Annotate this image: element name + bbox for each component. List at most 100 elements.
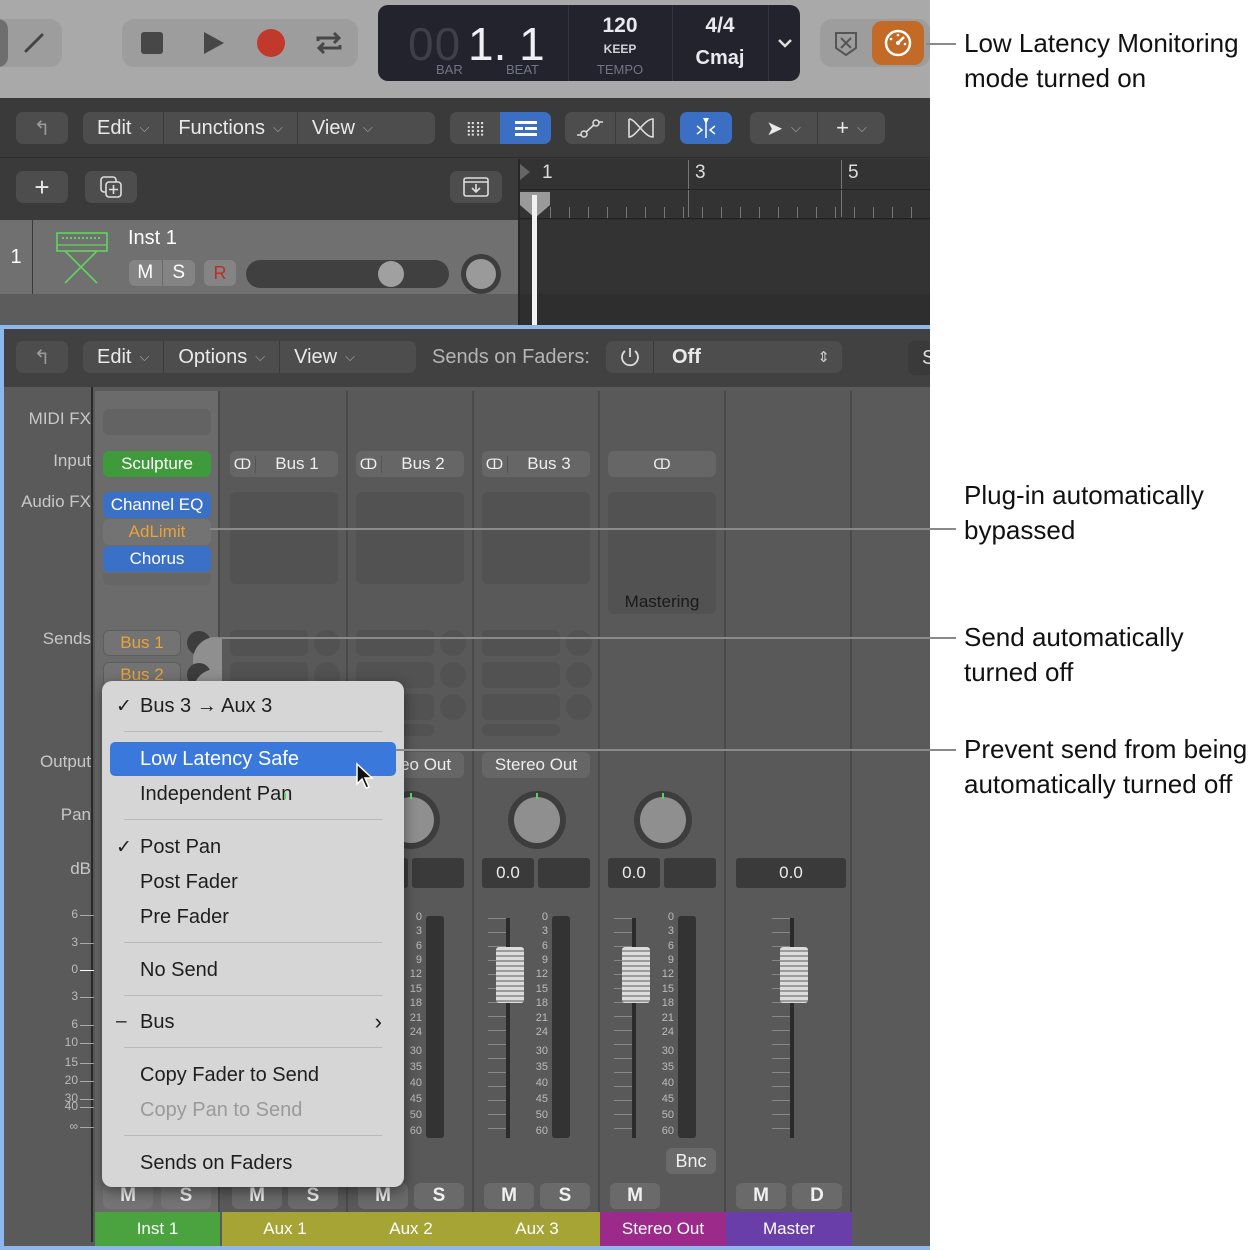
- functions-menu[interactable]: Functions ⌵: [164, 117, 297, 140]
- audio-fx-channel-eq[interactable]: Channel EQ: [103, 492, 211, 518]
- ruler[interactable]: 1 3 5: [520, 159, 932, 219]
- send-knob-placeholder[interactable]: [566, 630, 592, 656]
- grid-view-icon[interactable]: ⣿⣿: [450, 112, 500, 144]
- input-plugin-sculpture[interactable]: Sculpture: [103, 451, 211, 477]
- record-icon[interactable]: [257, 29, 285, 57]
- mute-button[interactable]: M: [484, 1183, 534, 1209]
- send-slot[interactable]: [230, 630, 308, 656]
- pan-knob[interactable]: [634, 791, 692, 849]
- audio-fx-chorus[interactable]: Chorus: [103, 546, 211, 572]
- track-row[interactable]: 1 Inst 1 M S R: [0, 220, 518, 294]
- menu-item[interactable]: – Bus ›: [102, 1005, 404, 1039]
- menu-item[interactable]: No Send: [102, 953, 404, 987]
- audio-fx-slot[interactable]: [230, 492, 338, 584]
- volume-db-display[interactable]: 0.0: [482, 858, 534, 888]
- solo-button[interactable]: S: [414, 1183, 464, 1209]
- channel-name[interactable]: Aux 3: [474, 1212, 600, 1246]
- menu-item[interactable]: ✓ Bus 3 → Aux 3: [102, 689, 404, 723]
- arrange-area[interactable]: 1 3 5: [518, 159, 932, 326]
- send-knob-placeholder[interactable]: [440, 630, 466, 656]
- track-volume-slider[interactable]: [246, 260, 449, 288]
- input-slot[interactable]: ↀ Bus 1: [230, 451, 338, 477]
- send-level-knob[interactable]: [187, 631, 239, 683]
- mute-button[interactable]: M: [736, 1183, 786, 1209]
- channel-name-inst-1[interactable]: Inst 1: [95, 1212, 220, 1246]
- sends-on-faders-power[interactable]: [606, 341, 654, 373]
- track-solo-button[interactable]: S: [163, 260, 196, 286]
- download-button[interactable]: [450, 171, 502, 203]
- send-slot[interactable]: [482, 694, 560, 720]
- edit-menu[interactable]: Edit ⌵: [83, 117, 163, 140]
- count-in-icon[interactable]: [833, 30, 859, 58]
- send-slot[interactable]: [482, 630, 560, 656]
- menu-item[interactable]: ✓ Post Pan: [102, 830, 404, 864]
- add-track-button[interactable]: +: [16, 171, 68, 203]
- peak-db-display[interactable]: [664, 858, 716, 888]
- stop-icon[interactable]: [141, 32, 163, 54]
- volume-fader[interactable]: [496, 947, 524, 1003]
- pointer-tool-menu[interactable]: ➤ ⌵: [750, 116, 817, 141]
- chevron-down-icon[interactable]: [777, 37, 793, 49]
- audio-fx-slot[interactable]: [356, 492, 464, 584]
- send-knob-placeholder[interactable]: [566, 694, 592, 720]
- solo-button[interactable]: S: [540, 1183, 590, 1209]
- send-bus-1[interactable]: Bus 1: [103, 630, 181, 656]
- volume-thumb[interactable]: [378, 261, 404, 287]
- track-mute-button[interactable]: M: [129, 260, 163, 286]
- mixer-catch-button[interactable]: ↰: [16, 341, 68, 373]
- audio-fx-empty-slot[interactable]: [103, 573, 211, 585]
- list-view-icon[interactable]: [500, 112, 551, 144]
- menu-item[interactable]: Low Latency Safe: [110, 742, 396, 776]
- play-icon[interactable]: [202, 31, 226, 55]
- view-menu[interactable]: View ⌵: [298, 117, 387, 140]
- peak-db-display[interactable]: [538, 858, 590, 888]
- channel-name[interactable]: Aux 2: [348, 1212, 474, 1246]
- send-slot-empty[interactable]: [482, 724, 560, 736]
- menu-item[interactable]: Post Fader: [102, 865, 404, 899]
- send-knob-placeholder[interactable]: [314, 630, 340, 656]
- secondary-tool-menu[interactable]: + ⌵: [818, 115, 885, 141]
- automation-icon[interactable]: [575, 117, 605, 139]
- lcd-display[interactable]: 00 1. 1 BAR BEAT 120 KEEP TEMPO 4/4 Cmaj: [378, 5, 800, 81]
- volume-fader[interactable]: [622, 947, 650, 1003]
- output-slot[interactable]: Stereo Out: [482, 752, 590, 778]
- pencil-icon[interactable]: [22, 31, 46, 55]
- input-slot[interactable]: ↀ Bus 2: [356, 451, 464, 477]
- snap-button[interactable]: [680, 112, 732, 144]
- volume-db-display[interactable]: 0.0: [608, 858, 660, 888]
- menu-item[interactable]: Sends on Faders: [102, 1146, 404, 1180]
- duplicate-track-button[interactable]: [85, 171, 137, 203]
- flex-icon[interactable]: [626, 117, 656, 139]
- peak-db-display[interactable]: [412, 858, 464, 888]
- channel-name[interactable]: Stereo Out: [600, 1212, 726, 1246]
- track-lane[interactable]: [520, 220, 932, 294]
- channel-name[interactable]: Master: [726, 1212, 852, 1246]
- bounce-button[interactable]: Bnc: [666, 1148, 716, 1174]
- sends-on-faders-select[interactable]: Off: [654, 346, 817, 369]
- audio-fx-adlimit-bypassed[interactable]: AdLimit: [103, 519, 211, 545]
- track-pan-knob[interactable]: [461, 254, 501, 294]
- catch-button[interactable]: ↰: [16, 112, 68, 144]
- volume-fader[interactable]: [780, 947, 808, 1003]
- mixer-edit-menu[interactable]: Edit ⌵: [83, 346, 163, 369]
- midi-fx-slot[interactable]: [103, 409, 211, 435]
- playhead[interactable]: [532, 195, 537, 326]
- track-record-button[interactable]: R: [204, 260, 236, 286]
- dim-button[interactable]: D: [792, 1183, 842, 1209]
- audio-fx-slot[interactable]: Mastering: [608, 492, 716, 614]
- mixer-filter-button[interactable]: S: [908, 341, 932, 375]
- send-knob-placeholder[interactable]: [440, 662, 466, 688]
- input-slot[interactable]: ↀ Bus 3: [482, 451, 590, 477]
- volume-db-display[interactable]: 0.0: [736, 858, 846, 888]
- send-slot[interactable]: [482, 662, 560, 688]
- send-knob-placeholder[interactable]: [440, 694, 466, 720]
- pan-knob[interactable]: [508, 791, 566, 849]
- audio-fx-slot[interactable]: [482, 492, 590, 584]
- send-knob-placeholder[interactable]: [566, 662, 592, 688]
- mixer-options-menu[interactable]: Options ⌵: [164, 346, 279, 369]
- mute-button[interactable]: M: [610, 1183, 660, 1209]
- menu-item[interactable]: Copy Fader to Send: [102, 1058, 404, 1092]
- cycle-icon[interactable]: [314, 29, 344, 57]
- channel-name[interactable]: Aux 1: [222, 1212, 348, 1246]
- input-slot[interactable]: ↀ: [608, 451, 716, 477]
